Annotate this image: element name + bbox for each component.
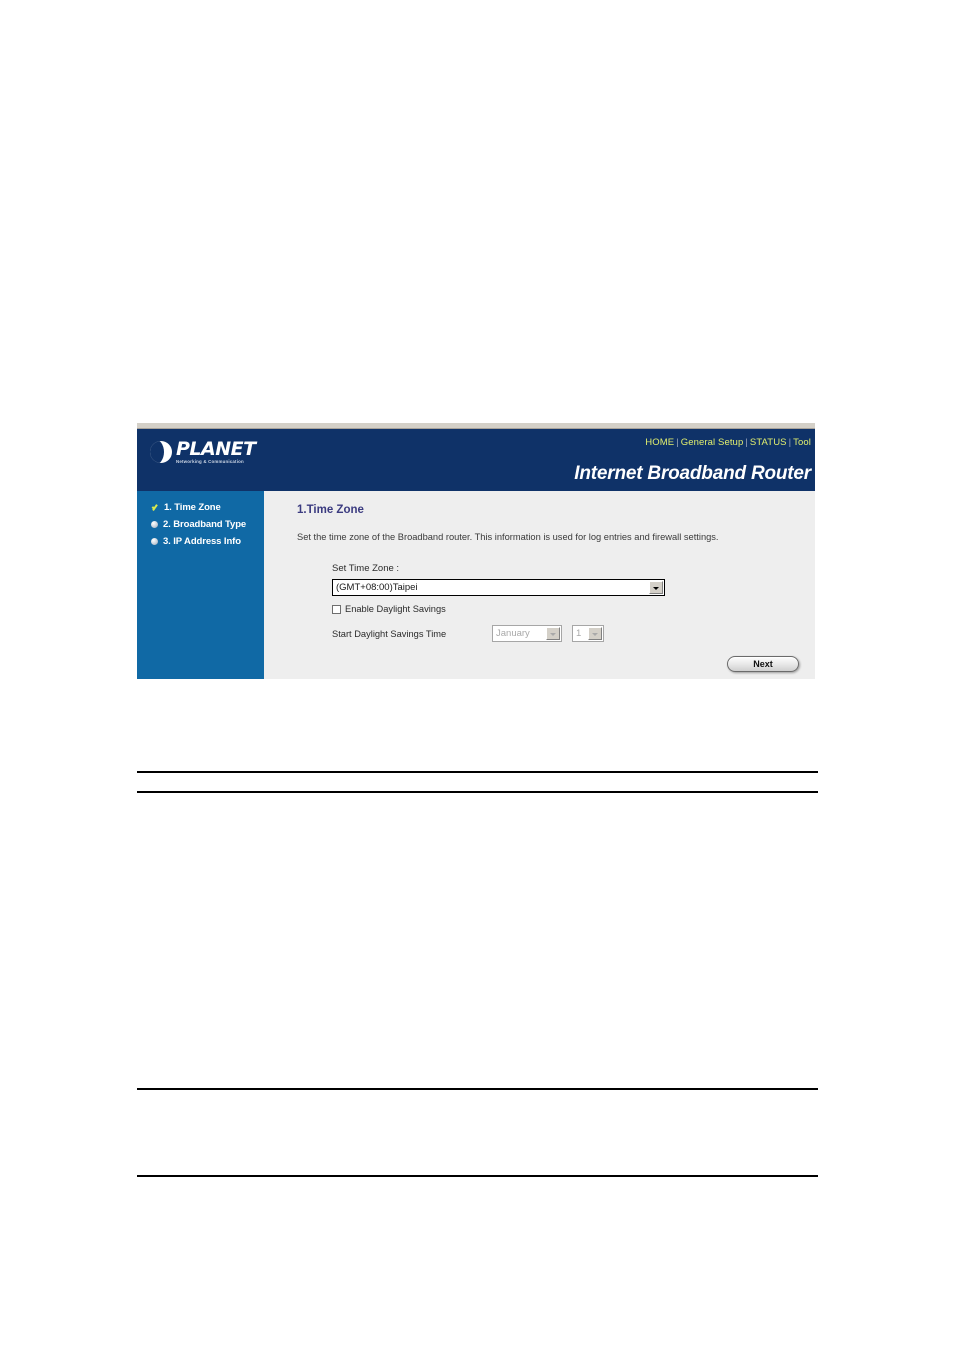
page-rule-second xyxy=(137,791,818,793)
page-title: 1.Time Zone xyxy=(297,504,364,516)
enable-daylight-savings-label: Enable Daylight Savings xyxy=(345,604,446,614)
chevron-down-icon[interactable] xyxy=(588,627,602,640)
start-month-value: January xyxy=(496,628,530,639)
nav-link-tool[interactable]: Tool xyxy=(793,437,811,448)
logo-tagline: Networking & Communication xyxy=(176,459,244,464)
nav-link-status[interactable]: STATUS xyxy=(750,437,787,448)
nav-separator-2: | xyxy=(745,437,748,448)
page-description: Set the time zone of the Broadband route… xyxy=(297,532,719,542)
wizard-sidebar: 1. Time Zone 2. Broadband Type 3. IP Add… xyxy=(137,491,264,651)
main-content: 1.Time Zone Set the time zone of the Bro… xyxy=(264,491,815,670)
sidebar-item-label: 2. Broadband Type xyxy=(163,519,247,530)
start-daylight-savings-row: Start Daylight Savings Time January 1 xyxy=(332,625,802,642)
page-rule-third xyxy=(137,1088,818,1090)
nav-separator-1: | xyxy=(676,437,679,448)
start-day-select[interactable]: 1 xyxy=(572,625,604,642)
start-day-value: 1 xyxy=(576,628,582,639)
start-daylight-savings-label: Start Daylight Savings Time xyxy=(332,628,447,639)
planet-logo[interactable]: PLANET Networking & Communication xyxy=(150,440,256,464)
page-rule-top xyxy=(137,771,818,773)
next-button[interactable]: Next xyxy=(727,656,799,672)
nav-link-general-setup[interactable]: General Setup xyxy=(681,437,744,448)
sidebar-item-ip-address-info[interactable]: 3. IP Address Info xyxy=(137,533,264,550)
form-footer: Next xyxy=(264,651,815,679)
sidebar-item-label: 3. IP Address Info xyxy=(163,536,241,547)
time-zone-selected-value: (GMT+08:00)Taipei xyxy=(336,582,418,593)
enable-daylight-savings-row[interactable]: Enable Daylight Savings xyxy=(332,604,802,614)
bullet-dot-icon xyxy=(151,521,158,528)
time-zone-select[interactable]: (GMT+08:00)Taipei xyxy=(332,579,665,596)
chevron-down-icon[interactable] xyxy=(546,627,560,640)
sidebar-footer-fill xyxy=(137,651,264,679)
sidebar-item-broadband-type[interactable]: 2. Broadband Type xyxy=(137,516,264,533)
chevron-down-icon[interactable] xyxy=(649,581,663,594)
set-time-zone-label: Set Time Zone : xyxy=(332,563,400,574)
check-icon xyxy=(151,504,159,512)
bullet-dot-icon xyxy=(151,538,158,545)
nav-link-home[interactable]: HOME xyxy=(645,437,674,448)
ui-header: PLANET Networking & Communication HOME | G… xyxy=(137,429,815,491)
planet-circle-icon xyxy=(150,441,172,464)
enable-daylight-savings-checkbox[interactable] xyxy=(332,604,341,614)
logo-wordmark: PLANET xyxy=(176,438,256,460)
top-nav: HOME | General Setup | STATUS | Tool xyxy=(645,437,811,448)
router-web-ui-screenshot: PLANET Networking & Communication HOME | G… xyxy=(137,423,815,728)
sidebar-item-time-zone[interactable]: 1. Time Zone xyxy=(137,499,264,516)
product-title: Internet Broadband Router xyxy=(574,463,811,484)
sidebar-item-label: 1. Time Zone xyxy=(164,502,221,513)
page-rule-bottom xyxy=(137,1175,818,1177)
start-month-select[interactable]: January xyxy=(492,625,562,642)
